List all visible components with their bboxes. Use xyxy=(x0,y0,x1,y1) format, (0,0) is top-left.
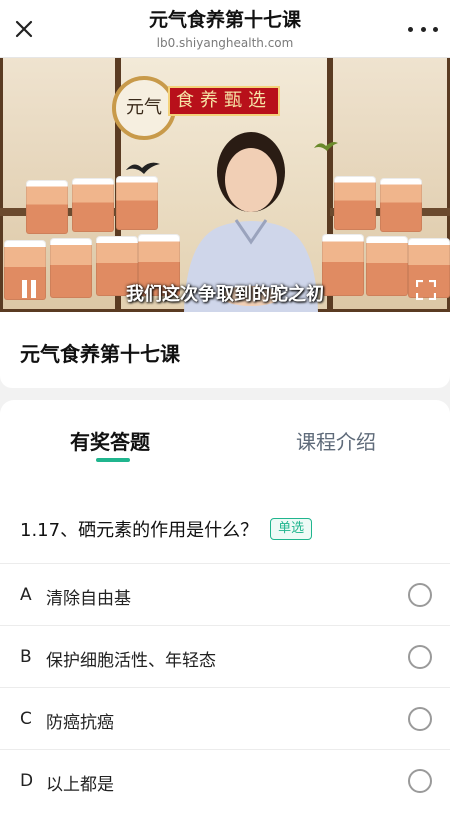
video-subtitle: 我们这次争取到的驼之初 xyxy=(126,284,324,305)
radio-button[interactable] xyxy=(408,583,432,607)
option-text: 保护细胞活性、年轻态 xyxy=(46,651,216,671)
more-button[interactable] xyxy=(408,18,438,40)
option-text: 防癌抗癌 xyxy=(46,713,114,733)
product-jar xyxy=(380,178,422,232)
radio-button[interactable] xyxy=(408,769,432,793)
option-letter: B xyxy=(20,647,32,667)
option-text: 清除自由基 xyxy=(46,589,131,609)
product-jar xyxy=(72,178,114,232)
product-jar xyxy=(116,176,158,230)
tab-quiz[interactable]: 有奖答题 xyxy=(70,426,150,455)
product-jar xyxy=(334,176,376,230)
answer-option-c[interactable]: C 防癌抗癌 xyxy=(0,687,450,749)
pause-icon-bar xyxy=(31,280,36,298)
course-card: 元气食养第十七课 xyxy=(0,312,450,388)
option-letter: D xyxy=(20,771,34,791)
answer-option-b[interactable]: B 保护细胞活性、年轻态 xyxy=(0,625,450,687)
brand-logo: 元气 xyxy=(112,76,176,140)
answer-option-a[interactable]: A 清除自由基 xyxy=(0,563,450,625)
quiz-card: 有奖答题 课程介绍 1.17、硒元素的作用是什么？ 单选 A 清除自由基 B 保… xyxy=(0,400,450,815)
option-letter: C xyxy=(20,709,32,729)
close-icon xyxy=(15,20,33,38)
product-jar xyxy=(26,180,68,234)
brand-logo-text: 元气 xyxy=(126,97,162,118)
more-icon xyxy=(408,26,413,32)
pause-button[interactable] xyxy=(18,278,40,300)
question-type-badge: 单选 xyxy=(270,518,313,540)
page-title: 元气食养第十七课 xyxy=(148,9,301,31)
video-banner: 食养甄选 xyxy=(168,86,280,116)
pause-icon xyxy=(22,280,27,298)
question-text: 1.17、硒元素的作用是什么？ xyxy=(20,520,259,541)
top-nav-bar: 元气食养第十七课 lb0.shiyanghealth.com xyxy=(0,0,450,58)
more-icon-dot xyxy=(433,26,438,32)
video-player[interactable]: 元气 食养甄选 我们这次争取到的驼之初 xyxy=(0,58,450,312)
more-icon-dot xyxy=(420,26,426,32)
course-title: 元气食养第十七课 xyxy=(20,342,180,366)
nav-title-group: 元气食养第十七课 lb0.shiyanghealth.com xyxy=(70,8,380,51)
fullscreen-icon[interactable] xyxy=(416,280,436,300)
radio-button[interactable] xyxy=(408,707,432,731)
answer-option-d[interactable]: D 以上都是 xyxy=(0,749,450,811)
question: 1.17、硒元素的作用是什么？ 单选 xyxy=(20,516,313,542)
option-letter: A xyxy=(20,585,32,605)
tab-bar: 有奖答题 课程介绍 xyxy=(0,400,450,470)
active-tab-indicator xyxy=(96,458,130,462)
close-button[interactable] xyxy=(8,13,40,45)
radio-button[interactable] xyxy=(408,645,432,669)
option-text: 以上都是 xyxy=(46,775,114,795)
tab-course-intro[interactable]: 课程介绍 xyxy=(296,426,376,455)
page-url: lb0.shiyanghealth.com xyxy=(156,36,294,50)
